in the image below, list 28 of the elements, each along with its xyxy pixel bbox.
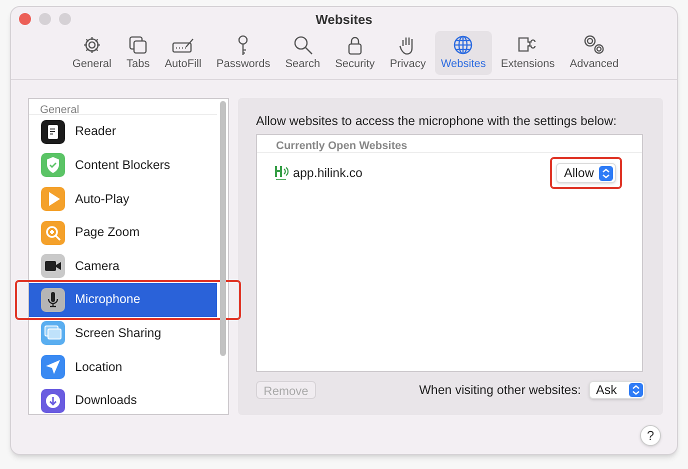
sidebar-item[interactable]: Auto-Play: [29, 182, 217, 216]
toolbar-tab[interactable]: General: [66, 31, 118, 75]
sidebar-item[interactable]: Microphone: [29, 282, 217, 317]
toolbar-tab[interactable]: Security: [329, 31, 381, 75]
sidebar-item[interactable]: Downloads: [29, 384, 217, 418]
window-title: Websites: [316, 11, 372, 30]
sidebar-item[interactable]: Content Blockers: [29, 148, 217, 182]
help-button[interactable]: ?: [640, 425, 661, 446]
toolbar-tab[interactable]: Advanced: [564, 31, 625, 75]
toolbar-tab[interactable]: Privacy: [384, 31, 432, 75]
section-header: General: [29, 99, 217, 115]
column-header: Currently Open Websites: [257, 135, 642, 153]
toolbar-tab[interactable]: Extensions: [494, 31, 561, 75]
other-websites-label: When visiting other websites:: [419, 382, 581, 399]
toolbar-tab[interactable]: Tabs: [120, 31, 156, 75]
sidebar-item[interactable]: Page Zoom: [29, 216, 217, 250]
site-domain: app.hilink.co: [293, 164, 362, 182]
description-text: Allow websites to access the microphone with the settings below:: [256, 113, 618, 130]
sidebar-item[interactable]: Camera: [29, 249, 217, 283]
permission-select[interactable]: Allow: [556, 163, 616, 183]
sidebar-item[interactable]: Screen Sharing: [29, 316, 217, 350]
sidebar-item[interactable]: Location: [29, 350, 217, 384]
ask-select[interactable]: Ask: [589, 381, 645, 400]
toolbar-tab[interactable]: AutoFill: [158, 31, 208, 75]
sidebar-item[interactable]: Reader: [29, 115, 217, 149]
toolbar-tab[interactable]: Websites: [434, 31, 492, 75]
toolbar-tab[interactable]: Search: [279, 31, 326, 75]
toolbar-tab[interactable]: Passwords: [210, 31, 276, 75]
